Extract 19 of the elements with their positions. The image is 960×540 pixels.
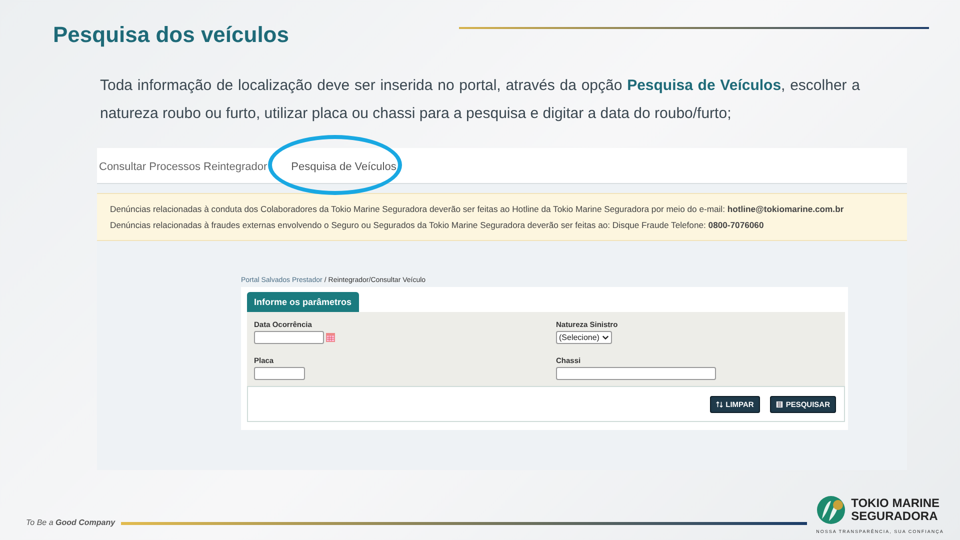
date-input[interactable] — [254, 331, 324, 344]
instruction-paragraph: Toda informação de localização deve ser inserida no portal, através da opção Pesquisa de Veículos, escolher a natureza roubo ou furto, utilizar placa ou chassi para a pesquisa e digitar a data do roubo/furto; — [100, 76, 860, 124]
slide-title: Pesquisa dos veículos — [53, 22, 289, 48]
chevron-icon — [602, 335, 610, 340]
logo-name: TOKIO MARINE — [851, 497, 940, 510]
company-logo-icon — [816, 495, 846, 525]
calendar-icon[interactable] — [326, 333, 335, 342]
portal-tab[interactable]: Consultar Processos Reintegrador — [97, 158, 270, 174]
notice-text: Denúncias relacionadas à fraudes externas envolvendo o Seguro ou Segurados da Tokio Marine Seguradora deverão ser feitas ao: Disque Fraude Telefone: 0800-7076060 — [110, 219, 765, 232]
logo-subname: SEGURADORA — [851, 510, 939, 523]
dropdown[interactable]: (Selecione) — [556, 331, 612, 344]
form-heading: Informe os parâmetros — [247, 292, 359, 312]
grid-icon — [776, 400, 783, 408]
portal-tab[interactable]: Pesquisa de Veículos — [288, 158, 400, 174]
tagline: To Be a Good Company — [26, 518, 116, 527]
text-input[interactable] — [556, 367, 716, 380]
text-input[interactable] — [254, 367, 305, 380]
swap-arrows-icon — [716, 400, 723, 408]
notice-text: Denúncias relacionadas à conduta dos Colaboradores da Tokio Marine Seguradora deverão ser feitas ao Hotline da Tokio Marine Seguradora por meio do e-mail: hotline@tokiomarine.com.br — [110, 203, 845, 216]
